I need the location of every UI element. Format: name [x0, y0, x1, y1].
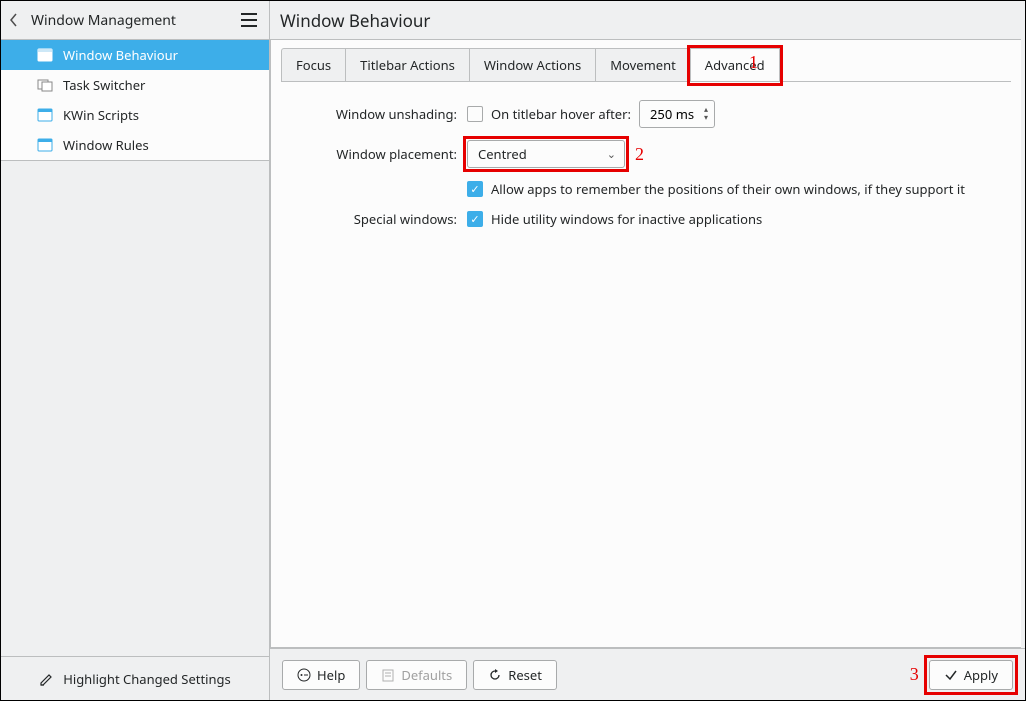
task-switcher-icon — [37, 77, 53, 93]
checkbox-allow-remember[interactable]: ✓ — [467, 181, 483, 197]
row-unshading: Window unshading: On titlebar hover afte… — [291, 100, 1001, 128]
hover-delay-input[interactable] — [650, 105, 700, 123]
footer: Help Defaults Reset 3 Apply — [270, 648, 1025, 700]
highlight-label: Highlight Changed Settings — [63, 670, 231, 688]
window-behaviour-icon — [37, 47, 53, 63]
sidebar-header: Window Management — [1, 1, 269, 39]
chevron-down-icon: ⌄ — [607, 147, 616, 162]
sidebar-item-label: Task Switcher — [63, 76, 145, 94]
combobox-placement[interactable]: Centred ⌄ — [467, 140, 625, 168]
kwin-scripts-icon — [37, 107, 53, 123]
sidebar-item-window-behaviour[interactable]: Window Behaviour — [1, 40, 269, 70]
label-placement: Window placement: — [291, 145, 467, 163]
spinbox-hover-delay[interactable]: ▴▾ — [639, 100, 715, 128]
highlight-icon — [39, 671, 55, 687]
tab-focus[interactable]: Focus — [281, 48, 346, 81]
help-icon — [297, 668, 311, 682]
label-unshading: Window unshading: — [291, 105, 467, 123]
reset-button[interactable]: Reset — [473, 660, 557, 690]
checkbox-on-titlebar-hover[interactable] — [467, 106, 483, 122]
back-icon[interactable] — [9, 13, 27, 27]
reset-icon — [488, 668, 502, 682]
content-header: Window Behaviour — [270, 1, 1025, 39]
row-allow-remember: ✓ Allow apps to remember the positions o… — [291, 180, 1001, 198]
label-allow-remember: Allow apps to remember the positions of … — [491, 180, 965, 198]
sidebar-item-label: KWin Scripts — [63, 106, 139, 124]
label-hide-utility: Hide utility windows for inactive applic… — [491, 210, 762, 228]
tab-advanced[interactable]: Advanced — [690, 48, 780, 81]
sidebar-item-label: Window Behaviour — [63, 46, 178, 64]
form-area: Window unshading: On titlebar hover afte… — [271, 82, 1021, 258]
sidebar-item-window-rules[interactable]: Window Rules — [1, 130, 269, 160]
help-button[interactable]: Help — [282, 660, 360, 690]
label-on-titlebar-hover: On titlebar hover after: — [491, 105, 631, 123]
sidebar-footer: Highlight Changed Settings — [1, 656, 269, 700]
apply-label: Apply — [964, 666, 998, 684]
highlight-changed-button[interactable]: Highlight Changed Settings — [39, 670, 231, 688]
check-icon — [944, 668, 958, 682]
row-placement: Window placement: Centred ⌄ 2 — [291, 140, 1001, 168]
defaults-label: Defaults — [401, 666, 452, 684]
sidebar-item-label: Window Rules — [63, 136, 149, 154]
label-special: Special windows: — [291, 210, 467, 228]
tab-movement[interactable]: Movement — [595, 48, 691, 81]
checkbox-hide-utility[interactable]: ✓ — [467, 211, 483, 227]
window-rules-icon — [37, 137, 53, 153]
annotation-number-2: 2 — [635, 144, 644, 165]
row-special: Special windows: ✓ Hide utility windows … — [291, 210, 1001, 228]
apply-button[interactable]: Apply — [929, 660, 1013, 690]
defaults-icon — [381, 668, 395, 682]
reset-label: Reset — [508, 666, 542, 684]
content-body: Focus Titlebar Actions Window Actions Mo… — [270, 39, 1021, 648]
spin-arrows-icon[interactable]: ▴▾ — [704, 106, 708, 122]
sidebar-item-kwin-scripts[interactable]: KWin Scripts — [1, 100, 269, 130]
sidebar-title[interactable]: Window Management — [27, 11, 237, 30]
sidebar-item-task-switcher[interactable]: Task Switcher — [1, 70, 269, 100]
tab-titlebar-actions[interactable]: Titlebar Actions — [345, 48, 470, 81]
tab-bar: Focus Titlebar Actions Window Actions Mo… — [271, 40, 1021, 81]
annotation-number-3: 3 — [910, 664, 919, 685]
tab-window-actions[interactable]: Window Actions — [469, 48, 596, 81]
annotation-number-1: 1 — [749, 52, 758, 73]
page-title: Window Behaviour — [280, 9, 430, 32]
sidebar: Window Management Window Behaviour Task … — [1, 1, 270, 700]
hamburger-menu-icon[interactable] — [237, 8, 261, 32]
defaults-button[interactable]: Defaults — [366, 660, 467, 690]
help-label: Help — [317, 666, 345, 684]
content-panel: Window Behaviour Focus Titlebar Actions … — [270, 1, 1025, 700]
sidebar-list: Window Behaviour Task Switcher KWin Scri… — [1, 39, 269, 161]
combobox-value: Centred — [478, 145, 527, 163]
